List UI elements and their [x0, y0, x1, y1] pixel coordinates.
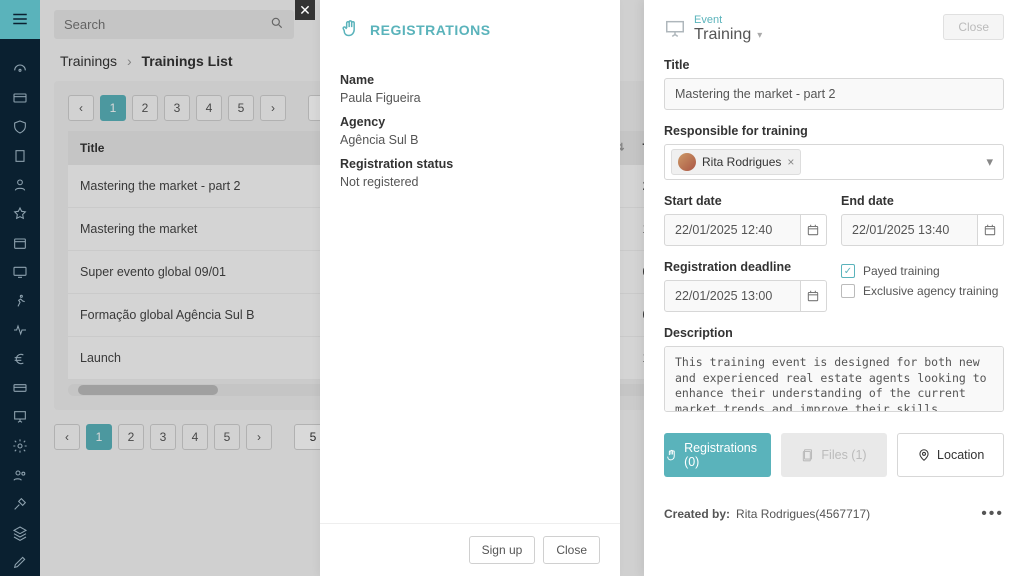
deadline-label: Registration deadline — [664, 260, 827, 274]
nav-edit-icon[interactable] — [0, 547, 40, 576]
nav-euro-icon[interactable] — [0, 344, 40, 373]
created-by: Created by: Rita Rodrigues(4567717) ••• — [664, 505, 1004, 523]
nav-calendar-icon[interactable] — [0, 228, 40, 257]
nav-shield-icon[interactable] — [0, 112, 40, 141]
nav-person-icon[interactable] — [0, 170, 40, 199]
nav-layers-icon[interactable] — [0, 518, 40, 547]
nav-run-icon[interactable] — [0, 286, 40, 315]
left-nav — [0, 0, 40, 576]
chevron-down-icon: ▾ — [986, 154, 993, 170]
name-value: Paula Figueira — [340, 91, 600, 105]
nav-users-icon[interactable] — [0, 460, 40, 489]
event-detail-panel: Event Training▾ Close Title Responsible … — [644, 0, 1024, 576]
nav-favorite-icon[interactable] — [0, 199, 40, 228]
agency-value: Agência Sul B — [340, 133, 600, 147]
nav-monitor-icon[interactable] — [0, 257, 40, 286]
description-textarea[interactable] — [664, 346, 1004, 412]
nav-gavel-icon[interactable] — [0, 489, 40, 518]
checkbox-icon: ✓ — [841, 264, 855, 278]
remove-chip-icon[interactable]: × — [787, 155, 794, 169]
nav-gear-icon[interactable] — [0, 431, 40, 460]
responsible-select[interactable]: Rita Rodrigues × ▾ — [664, 144, 1004, 180]
event-type-select[interactable]: Training▾ — [694, 26, 762, 44]
close-button[interactable]: Close — [943, 14, 1004, 40]
payed-checkbox[interactable]: ✓ Payed training — [841, 264, 1004, 278]
calendar-icon[interactable] — [801, 214, 827, 246]
name-label: Name — [340, 73, 600, 87]
close-panel-icon[interactable]: ✕ — [295, 0, 315, 20]
close-button[interactable]: Close — [543, 536, 600, 564]
registrations-button[interactable]: Registrations (0) — [664, 433, 771, 477]
calendar-icon[interactable] — [801, 280, 827, 312]
location-button[interactable]: Location — [897, 433, 1004, 477]
description-label: Description — [664, 326, 1004, 340]
signup-button[interactable]: Sign up — [469, 536, 536, 564]
nav-creditcard-icon[interactable] — [0, 373, 40, 402]
start-date-input[interactable] — [664, 214, 801, 246]
registrations-panel: ✕ REGISTRATIONS Name Paula Figueira Agen… — [320, 0, 620, 576]
deadline-input[interactable] — [664, 280, 801, 312]
files-button[interactable]: Files (1) — [781, 433, 888, 477]
chevron-down-icon: ▾ — [757, 30, 762, 41]
title-input[interactable] — [664, 78, 1004, 110]
hamburger-menu[interactable] — [0, 0, 40, 39]
presentation-icon — [664, 18, 686, 43]
exclusive-checkbox[interactable]: Exclusive agency training — [841, 284, 1004, 298]
nav-dashboard-icon[interactable] — [0, 54, 40, 83]
status-label: Registration status — [340, 157, 600, 171]
registrations-heading: REGISTRATIONS — [320, 0, 620, 55]
end-date-label: End date — [841, 194, 1004, 208]
agency-label: Agency — [340, 115, 600, 129]
calendar-icon[interactable] — [978, 214, 1004, 246]
more-icon[interactable]: ••• — [981, 505, 1004, 523]
title-label: Title — [664, 58, 1004, 72]
start-date-label: Start date — [664, 194, 827, 208]
nav-activity-icon[interactable] — [0, 315, 40, 344]
hand-icon — [340, 18, 360, 41]
responsible-label: Responsible for training — [664, 124, 1004, 138]
end-date-input[interactable] — [841, 214, 978, 246]
nav-card-icon[interactable] — [0, 83, 40, 112]
avatar — [678, 153, 696, 171]
nav-presentation-icon[interactable] — [0, 402, 40, 431]
event-sup-label: Event — [694, 14, 762, 26]
status-value: Not registered — [340, 175, 600, 189]
responsible-chip: Rita Rodrigues × — [671, 149, 801, 175]
nav-building-icon[interactable] — [0, 141, 40, 170]
checkbox-icon — [841, 284, 855, 298]
